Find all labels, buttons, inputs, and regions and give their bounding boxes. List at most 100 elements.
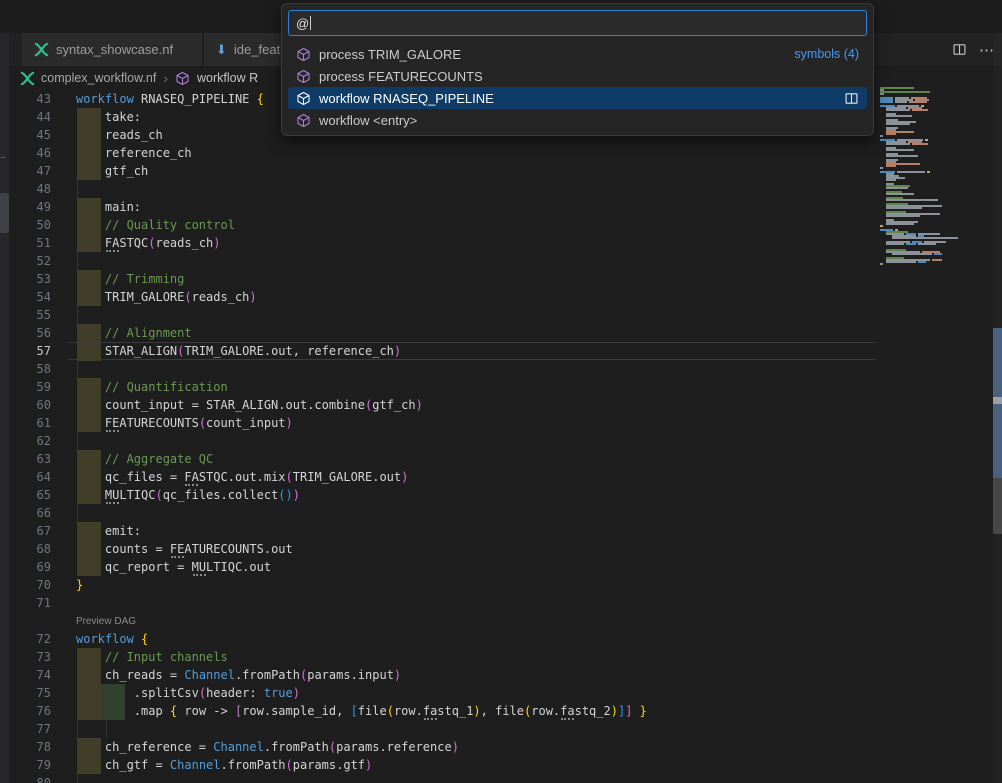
quickpick-item[interactable]: process FEATURECOUNTS bbox=[288, 65, 867, 87]
quickpick-item[interactable]: process TRIM_GALOREsymbols (4) bbox=[288, 43, 867, 65]
code-lens-label[interactable]: Preview DAG bbox=[76, 612, 136, 630]
code-line[interactable]: 62 bbox=[9, 432, 876, 450]
code-line[interactable]: 59// Quantification bbox=[9, 378, 876, 396]
breadcrumb-symbol[interactable]: workflow R bbox=[197, 71, 258, 85]
line-number[interactable]: 47 bbox=[9, 162, 68, 180]
line-number[interactable]: 49 bbox=[9, 198, 68, 216]
code-line[interactable]: 63// Aggregate QC bbox=[9, 450, 876, 468]
code-line[interactable]: 49main: bbox=[9, 198, 876, 216]
rail-overflow-icon[interactable]: ··· bbox=[0, 153, 9, 162]
line-number[interactable]: 73 bbox=[9, 648, 68, 666]
code-line-content[interactable] bbox=[68, 360, 876, 378]
code-line-content[interactable]: // Aggregate QC bbox=[68, 450, 876, 468]
quickpick-input[interactable]: @ bbox=[288, 10, 867, 36]
code-line-content[interactable]: // Quantification bbox=[68, 378, 876, 396]
code-line[interactable]: 54TRIM_GALORE(reads_ch) bbox=[9, 288, 876, 306]
code-line-content[interactable]: workflow { bbox=[68, 630, 876, 648]
code-line-content[interactable]: qc_files = FASTQC.out.mix(TRIM_GALORE.ou… bbox=[68, 468, 876, 486]
code-line-content[interactable]: MULTIQC(qc_files.collect()) bbox=[68, 486, 876, 504]
line-number[interactable]: 71 bbox=[9, 594, 68, 612]
code-line-content[interactable]: gtf_ch bbox=[68, 162, 876, 180]
line-number[interactable]: 65 bbox=[9, 486, 68, 504]
code-line[interactable]: 56// Alignment bbox=[9, 324, 876, 342]
quickpick-item[interactable]: workflow <entry> bbox=[288, 109, 867, 131]
line-number[interactable]: 74 bbox=[9, 666, 68, 684]
line-number[interactable]: 61 bbox=[9, 414, 68, 432]
line-number[interactable]: 80 bbox=[9, 774, 68, 783]
code-line-content[interactable]: // Input channels bbox=[68, 648, 876, 666]
line-number[interactable]: 62 bbox=[9, 432, 68, 450]
code-line-content[interactable]: count_input = STAR_ALIGN.out.combine(gtf… bbox=[68, 396, 876, 414]
line-number[interactable]: 78 bbox=[9, 738, 68, 756]
line-number[interactable]: 59 bbox=[9, 378, 68, 396]
code-editor[interactable]: 43workflow RNASEQ_PIPELINE {44take:45rea… bbox=[9, 90, 876, 783]
code-line[interactable]: 71 bbox=[9, 594, 876, 612]
line-number[interactable]: 46 bbox=[9, 144, 68, 162]
code-line-content[interactable] bbox=[68, 720, 876, 738]
breadcrumb-file[interactable]: complex_workflow.nf bbox=[41, 71, 156, 85]
code-line-content[interactable]: FEATURECOUNTS(count_input) bbox=[68, 414, 876, 432]
code-line-content[interactable] bbox=[68, 306, 876, 324]
line-number[interactable]: 68 bbox=[9, 540, 68, 558]
code-line[interactable]: 76.map { row -> [row.sample_id, [file(ro… bbox=[9, 702, 876, 720]
line-number[interactable]: 75 bbox=[9, 684, 68, 702]
code-line[interactable]: 73// Input channels bbox=[9, 648, 876, 666]
line-number[interactable]: 50 bbox=[9, 216, 68, 234]
code-line[interactable]: 65MULTIQC(qc_files.collect()) bbox=[9, 486, 876, 504]
code-line[interactable]: 72workflow { bbox=[9, 630, 876, 648]
code-line-content[interactable]: emit: bbox=[68, 522, 876, 540]
code-line[interactable]: 60count_input = STAR_ALIGN.out.combine(g… bbox=[9, 396, 876, 414]
code-line-content[interactable]: .splitCsv(header: true) bbox=[68, 684, 876, 702]
code-line[interactable]: 68counts = FEATURECOUNTS.out bbox=[9, 540, 876, 558]
line-number[interactable]: 72 bbox=[9, 630, 68, 648]
code-line[interactable]: 53// Trimming bbox=[9, 270, 876, 288]
code-line-content[interactable]: } bbox=[68, 576, 876, 594]
open-to-side-button[interactable] bbox=[844, 91, 859, 106]
code-line-content[interactable]: // Quality control bbox=[68, 216, 876, 234]
code-line-content[interactable] bbox=[68, 432, 876, 450]
scrollbar-overview-ruler[interactable] bbox=[993, 33, 1002, 783]
line-number[interactable]: 45 bbox=[9, 126, 68, 144]
code-line[interactable]: 55 bbox=[9, 306, 876, 324]
code-line-content[interactable]: counts = FEATURECOUNTS.out bbox=[68, 540, 876, 558]
line-number[interactable]: 67 bbox=[9, 522, 68, 540]
line-number[interactable]: 64 bbox=[9, 468, 68, 486]
more-actions-button[interactable]: ⋯ bbox=[979, 41, 994, 59]
code-line[interactable]: 50// Quality control bbox=[9, 216, 876, 234]
code-lens[interactable]: Preview DAG bbox=[9, 612, 876, 630]
line-number[interactable]: 43 bbox=[9, 90, 68, 108]
code-line[interactable]: 52 bbox=[9, 252, 876, 270]
code-line-content[interactable]: .map { row -> [row.sample_id, [file(row.… bbox=[68, 702, 876, 720]
quickpick-item[interactable]: workflow RNASEQ_PIPELINE bbox=[288, 87, 867, 109]
code-line[interactable]: 67emit: bbox=[9, 522, 876, 540]
code-line-content[interactable] bbox=[68, 594, 876, 612]
code-line-content[interactable]: ch_reference = Channel.fromPath(params.r… bbox=[68, 738, 876, 756]
code-line[interactable]: 77 bbox=[9, 720, 876, 738]
line-number[interactable]: 48 bbox=[9, 180, 68, 198]
scrollbar-mark[interactable] bbox=[993, 478, 1002, 534]
code-line[interactable]: 48 bbox=[9, 180, 876, 198]
code-line[interactable]: 79ch_gtf = Channel.fromPath(params.gtf) bbox=[9, 756, 876, 774]
code-line[interactable]: 64qc_files = FASTQC.out.mix(TRIM_GALORE.… bbox=[9, 468, 876, 486]
code-line-content[interactable] bbox=[68, 504, 876, 522]
code-line-content[interactable]: STAR_ALIGN(TRIM_GALORE.out, reference_ch… bbox=[68, 342, 876, 360]
line-number[interactable]: 54 bbox=[9, 288, 68, 306]
scrollbar-mark[interactable] bbox=[993, 397, 1002, 404]
code-line-content[interactable] bbox=[68, 774, 876, 783]
code-line-content[interactable]: ch_gtf = Channel.fromPath(params.gtf) bbox=[68, 756, 876, 774]
code-line[interactable]: 74ch_reads = Channel.fromPath(params.inp… bbox=[9, 666, 876, 684]
code-line[interactable]: 51FASTQC(reads_ch) bbox=[9, 234, 876, 252]
code-line[interactable]: 69qc_report = MULTIQC.out bbox=[9, 558, 876, 576]
code-line-content[interactable]: reference_ch bbox=[68, 144, 876, 162]
line-number[interactable]: 53 bbox=[9, 270, 68, 288]
line-number[interactable]: 77 bbox=[9, 720, 68, 738]
line-number[interactable]: 56 bbox=[9, 324, 68, 342]
line-number[interactable]: 69 bbox=[9, 558, 68, 576]
code-line-content[interactable] bbox=[68, 180, 876, 198]
code-line[interactable]: 78ch_reference = Channel.fromPath(params… bbox=[9, 738, 876, 756]
code-line-content[interactable]: qc_report = MULTIQC.out bbox=[68, 558, 876, 576]
code-line-content[interactable]: // Trimming bbox=[68, 270, 876, 288]
line-number[interactable]: 76 bbox=[9, 702, 68, 720]
line-number[interactable]: 55 bbox=[9, 306, 68, 324]
split-editor-button[interactable] bbox=[952, 42, 967, 57]
